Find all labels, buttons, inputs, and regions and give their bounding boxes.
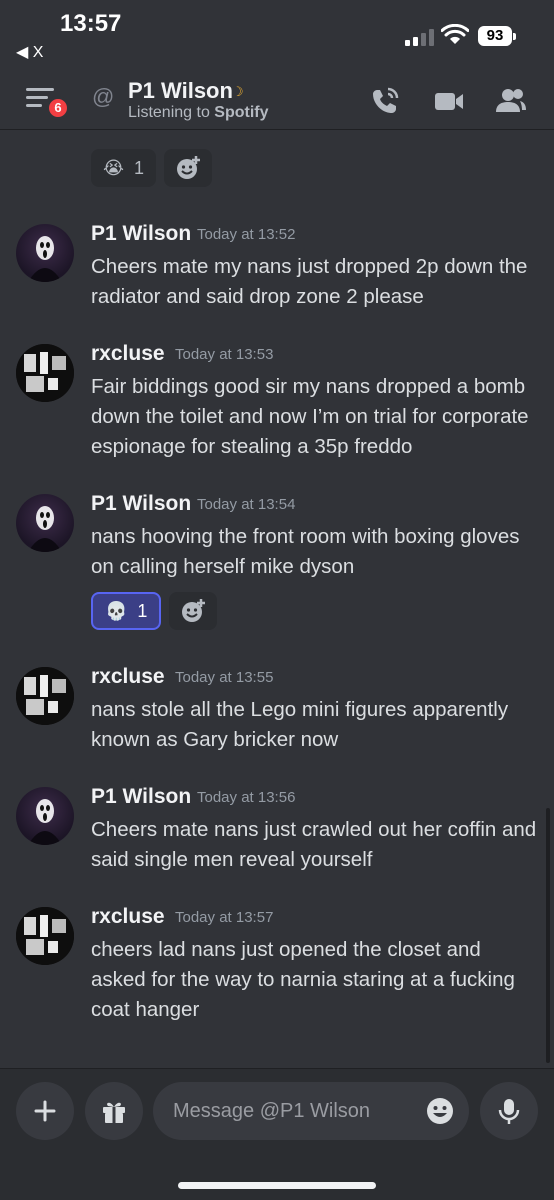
idle-status-icon: ☽ (232, 84, 244, 99)
reaction-emoji: 💀 (105, 600, 128, 621)
gift-icon (103, 1102, 125, 1123)
message-timestamp: Today at 13:52 (197, 226, 296, 243)
message-author[interactable]: rxcluse (91, 342, 165, 366)
add-reaction-icon (182, 599, 206, 622)
at-icon: @ (92, 84, 115, 109)
status-time: 13:57 (60, 10, 122, 37)
back-to-app[interactable]: ◀ X (16, 42, 43, 62)
message-author[interactable]: rxcluse (91, 905, 165, 929)
avatar[interactable] (16, 224, 74, 282)
emoji-icon[interactable] (425, 1096, 455, 1126)
message-author[interactable]: rxcluse (91, 665, 165, 689)
reaction-chip[interactable]: 😭 1 (91, 149, 157, 187)
message-timestamp: Today at 13:56 (197, 789, 296, 806)
scrollbar[interactable] (546, 808, 550, 1063)
avatar[interactable] (16, 907, 74, 965)
message-text: Fair biddings good sir my nans dropped a… (91, 375, 529, 458)
composer-bar (0, 1068, 554, 1200)
battery-icon: 93 (478, 26, 516, 46)
activity-app: Spotify (214, 104, 269, 121)
avatar[interactable] (16, 667, 74, 725)
message-author[interactable]: P1 Wilson (91, 785, 191, 809)
avatar[interactable] (16, 787, 74, 845)
microphone-icon (498, 1099, 520, 1124)
reaction-row: 😭 1 (91, 149, 213, 187)
phone-call-icon[interactable] (368, 84, 402, 118)
message-timestamp: Today at 13:53 (175, 346, 274, 363)
message-timestamp: Today at 13:54 (197, 496, 296, 513)
message-input-container (153, 1082, 469, 1140)
avatar[interactable] (16, 344, 74, 402)
message-text: Cheers mate my nans just dropped 2p down… (91, 255, 528, 308)
message-text: cheers lad nans just opened the closet a… (91, 938, 515, 1021)
channel-header: 6 @ P1 Wilson ☽ Listening to Spotify (0, 70, 554, 130)
add-reaction-button[interactable] (164, 149, 213, 187)
activity-status: Listening to Spotify (128, 104, 269, 122)
status-bar: 13:57 ◀ X 93 (0, 0, 554, 70)
wifi-icon (441, 24, 469, 44)
message-text: nans hooving the front room with boxing … (91, 525, 520, 578)
add-reaction-icon (177, 156, 201, 179)
message-text: Cheers mate nans just crawled out her co… (91, 818, 537, 871)
gift-button[interactable] (85, 1082, 143, 1140)
members-icon[interactable] (494, 84, 528, 118)
plus-icon (34, 1100, 56, 1122)
reaction-row: 💀 1 (91, 592, 218, 630)
dm-recipient-name[interactable]: P1 Wilson (128, 78, 233, 104)
activity-prefix: Listening to (128, 104, 215, 121)
message-input[interactable] (173, 1082, 413, 1140)
message-timestamp: Today at 13:55 (175, 669, 274, 686)
reaction-chip[interactable]: 💀 1 (91, 592, 162, 630)
message-author[interactable]: P1 Wilson (91, 222, 191, 246)
message-author[interactable]: P1 Wilson (91, 492, 191, 516)
home-indicator[interactable] (178, 1182, 376, 1189)
reaction-count: 1 (137, 600, 148, 621)
video-call-icon[interactable] (432, 84, 466, 118)
message-timestamp: Today at 13:57 (175, 909, 274, 926)
avatar[interactable] (16, 494, 74, 552)
back-label: X (32, 44, 44, 61)
reaction-emoji: 😭 (103, 157, 125, 178)
attach-button[interactable] (16, 1082, 74, 1140)
message-text: nans stole all the Lego mini figures app… (91, 698, 509, 751)
voice-message-button[interactable] (480, 1082, 538, 1140)
unread-badge: 6 (46, 96, 70, 120)
add-reaction-button[interactable] (169, 592, 218, 630)
signal-icon (405, 28, 434, 46)
reaction-count: 1 (134, 157, 145, 178)
